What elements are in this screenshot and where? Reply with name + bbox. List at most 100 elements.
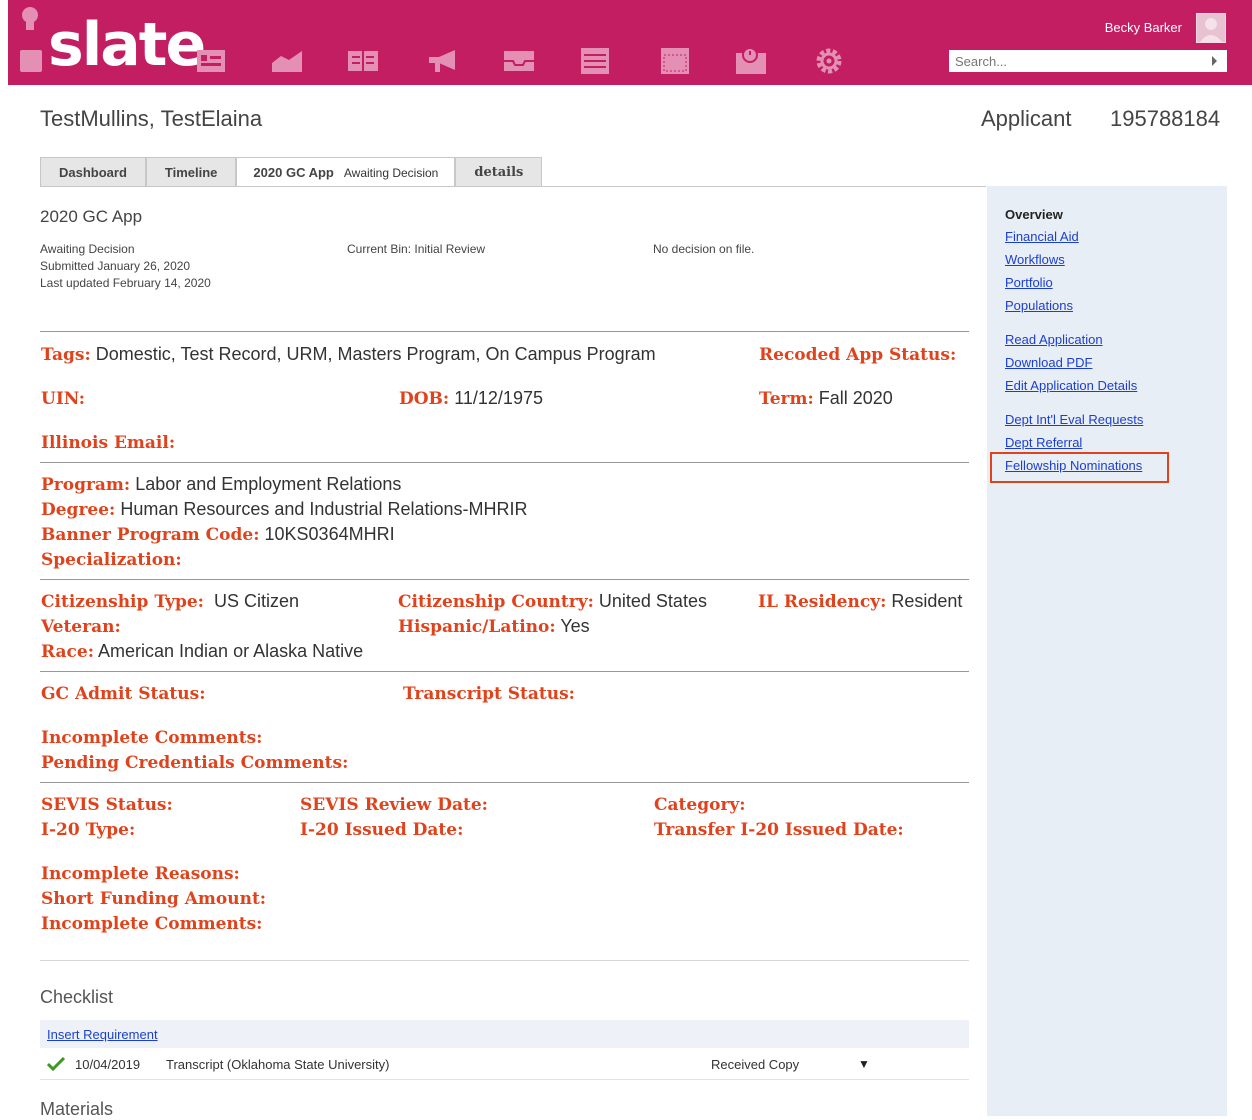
sidebar-link-edit-application[interactable]: Edit Application Details [1005,378,1137,393]
residency-field: IL Residency: Resident [758,591,962,612]
veteran-field: Veteran: [41,616,121,637]
divider [40,782,969,783]
field-label: Category: [654,795,746,815]
calendar-icon[interactable] [658,44,692,78]
insert-requirement-link[interactable]: Insert Requirement [47,1027,158,1042]
field-label: I-20 Issued Date: [300,820,464,840]
field-label: IL Residency: [758,592,887,612]
field-label: GC Admit Status: [41,684,206,704]
divider [40,671,969,672]
tab-divider [40,186,986,187]
megaphone-icon[interactable] [426,44,460,78]
field-label: Specialization: [41,550,182,570]
checklist-item[interactable]: Transcript (Oklahoma State University) [166,1057,389,1072]
tab-timeline[interactable]: Timeline [145,157,237,186]
field-label: Transcript Status: [403,684,575,704]
tab-label: Timeline [164,164,218,180]
sidebar-link-workflows[interactable]: Workflows [1005,252,1065,267]
field-label: Veteran: [41,617,121,637]
field-label: I-20 Type: [41,820,136,840]
field-label: Term: [759,389,814,409]
person-card-icon[interactable] [194,44,228,78]
schedule-icon[interactable] [734,44,768,78]
field-label: Race: [41,642,94,662]
divider [40,331,969,332]
i20-issued-field: I-20 Issued Date: [300,819,463,840]
short-funding-field: Short Funding Amount: [41,888,266,909]
i20-type-field: I-20 Type: [41,819,135,840]
sidebar-link-populations[interactable]: Populations [1005,298,1073,313]
field-label: Citizenship Type: [41,592,204,612]
incomplete-reasons-field: Incomplete Reasons: [41,863,240,884]
field-label: UIN: [41,389,85,409]
field-value: Yes [560,616,590,636]
app-submitted: Submitted January 26, 2020 [40,259,191,273]
app-title: 2020 GC App [40,207,143,226]
sidebar-overview-heading: Overview [1005,207,1063,222]
status-dropdown-icon[interactable]: ▼ [858,1057,870,1071]
sidebar-link-download-pdf[interactable]: Download PDF [1005,355,1092,370]
book-icon[interactable] [346,44,380,78]
app-header: slate Becky Barker [8,0,1252,85]
search-submit-icon[interactable] [1212,56,1217,66]
person-id: 195788184 [1110,106,1221,131]
citizenship-type-field: Citizenship Type: US Citizen [41,591,299,612]
incomplete-comments-field: Incomplete Comments: [41,727,262,748]
field-value: 10KS0364MHRI [264,524,395,544]
field-value: 11/12/1975 [454,388,543,408]
field-label: Incomplete Reasons: [41,864,240,884]
tab-application[interactable]: 2020 GC App Awaiting Decision [236,157,456,187]
divider [40,1079,969,1080]
banner-code-field: Banner Program Code: 10KS0364MHRI [41,524,395,545]
tab-details[interactable]: details [455,157,543,186]
email-field: Illinois Email: [41,432,175,453]
avatar[interactable] [1196,13,1226,43]
specialization-field: Specialization: [41,549,182,570]
hispanic-field: Hispanic/Latino: Yes [398,616,590,637]
list-icon[interactable] [578,44,612,78]
lightbulb-icon [22,7,38,30]
inbox-icon[interactable] [502,44,536,78]
divider [40,579,969,580]
field-label: DOB: [399,389,450,409]
field-label: Pending Credentials Comments: [41,753,349,773]
uin-field: UIN: [41,388,85,409]
sidebar-link-portfolio[interactable]: Portfolio [1005,275,1053,290]
field-label: Transfer I-20 Issued Date: [654,820,904,840]
checklist-heading: Checklist [40,987,114,1007]
gc-admit-field: GC Admit Status: [41,683,205,704]
sidebar-link-intl-eval[interactable]: Dept Int'l Eval Requests [1005,412,1143,427]
incomplete-comments-field-2: Incomplete Comments: [41,913,262,934]
chart-icon[interactable] [270,44,304,78]
divider [40,462,969,463]
gear-icon[interactable] [812,44,846,78]
dob-field: DOB: 11/12/1975 [399,388,543,409]
checklist-status[interactable]: Received Copy [711,1057,799,1072]
field-value: Resident [891,591,963,611]
checklist-date: 10/04/2019 [75,1057,141,1072]
slate-logo[interactable]: slate [48,10,206,80]
check-icon [47,1057,65,1071]
field-label: Banner Program Code: [41,525,260,545]
right-sidebar [987,186,1227,1116]
field-label: SEVIS Review Date: [300,795,488,815]
field-value: United States [598,591,707,611]
term-field: Term: Fall 2020 [759,388,893,409]
category-field: Category: [654,794,746,815]
sidebar-link-read-application[interactable]: Read Application [1005,332,1103,347]
field-value: Human Resources and Industrial Relations… [120,499,528,519]
search-input[interactable] [949,50,1227,72]
tab-dashboard[interactable]: Dashboard [40,157,146,186]
program-field: Program: Labor and Employment Relations [41,474,401,495]
person-type: Applicant [981,106,1072,131]
tab-label: Dashboard [59,164,127,180]
app-updated: Last updated February 14, 2020 [40,276,211,290]
user-name[interactable]: Becky Barker [1105,20,1182,35]
tags-field: Tags: Domestic, Test Record, URM, Master… [41,344,656,365]
field-label: SEVIS Status: [41,795,173,815]
sidebar-link-financial-aid[interactable]: Financial Aid [1005,229,1079,244]
app-status: Awaiting Decision [40,242,135,256]
sidebar-link-dept-referral[interactable]: Dept Referral [1005,435,1082,450]
race-field: Race: American Indian or Alaska Native [41,641,363,662]
field-label: Hispanic/Latino: [398,617,556,637]
